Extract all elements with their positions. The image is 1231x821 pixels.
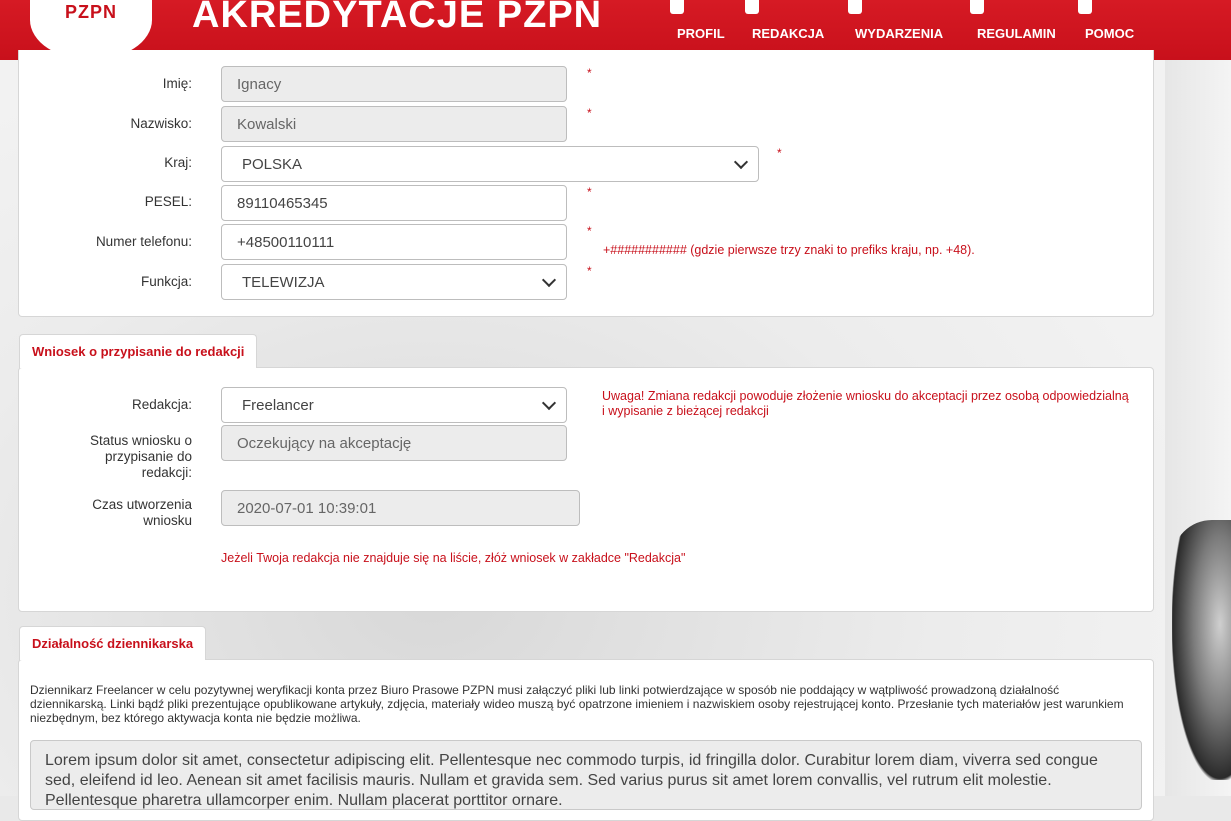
imie-label: Imię: (162, 76, 192, 91)
pesel-label: PESEL: (144, 194, 192, 209)
status-field[interactable]: Oczekujący na akceptację (221, 425, 567, 461)
newsroom-icon (745, 0, 759, 14)
funkcja-value: TELEWIZJA (242, 273, 325, 291)
events-icon (848, 0, 862, 14)
logo-text: PZPN (64, 2, 117, 22)
player-photo (1172, 520, 1231, 780)
redakcja-value: Freelancer (242, 396, 314, 414)
nav-profil-label: PROFIL (677, 26, 725, 41)
redakcja-select[interactable]: Freelancer (221, 387, 567, 423)
chevron-down-icon (541, 272, 557, 288)
nav-wydarzenia-label: WYDARZENIA (855, 26, 944, 41)
pesel-input[interactable]: 89110465345 (221, 185, 567, 221)
funkcja-label: Funkcja: (140, 274, 192, 289)
redakcja-warning: Uwaga! Zmiana redakcji powoduje złożenie… (602, 389, 1129, 418)
journalism-textarea[interactable]: Lorem ipsum dolor sit amet, consectetur … (30, 740, 1142, 810)
required-mark: * (777, 146, 782, 160)
journalism-description: Dziennikarz Freelancer w celu pozytywnej… (30, 683, 1124, 725)
czas-label: Czas utworzenia wniosku (92, 497, 192, 528)
help-icon (1078, 0, 1092, 14)
site-title: AKREDYTACJE PZPN (192, 0, 603, 36)
chevron-down-icon (541, 395, 557, 411)
tab-journalism[interactable]: Działalność dziennikarska (19, 626, 207, 660)
phone-input[interactable]: +48500110111 (221, 224, 567, 260)
nazwisko-label: Nazwisko: (130, 116, 192, 131)
required-mark: * (587, 264, 592, 278)
nav-regulamin-label: REGULAMIN (977, 26, 1056, 41)
kraj-select[interactable]: POLSKA (221, 146, 759, 182)
imie-field[interactable]: Ignacy (221, 66, 567, 102)
profile-icon (670, 0, 684, 14)
status-label: Status wniosku o przypisanie do redakcji… (89, 433, 192, 480)
nazwisko-field[interactable]: Kowalski (221, 106, 567, 142)
kraj-value: POLSKA (242, 155, 303, 173)
tab-assignment[interactable]: Wniosek o przypisanie do redakcji (19, 334, 258, 368)
required-mark: * (587, 224, 592, 238)
nav-pomoc-label: POMOC (1085, 26, 1135, 41)
nav-redakcja-label: REDAKCJA (752, 26, 825, 41)
required-mark: * (587, 66, 592, 80)
phone-hint: +########### (gdzie pierwsze trzy znaki … (603, 243, 975, 257)
telefon-label: Numer telefonu: (95, 234, 192, 249)
funkcja-select[interactable]: TELEWIZJA (221, 264, 567, 300)
required-mark: * (587, 185, 592, 199)
rules-icon (970, 0, 984, 14)
chevron-down-icon (733, 154, 749, 170)
kraj-label: Kraj: (164, 155, 192, 170)
redakcja-note: Jeżeli Twoja redakcja nie znajduje się n… (221, 551, 686, 565)
czas-field[interactable]: 2020-07-01 10:39:01 (221, 490, 580, 526)
redakcja-label: Redakcja: (131, 397, 192, 412)
required-mark: * (587, 106, 592, 120)
